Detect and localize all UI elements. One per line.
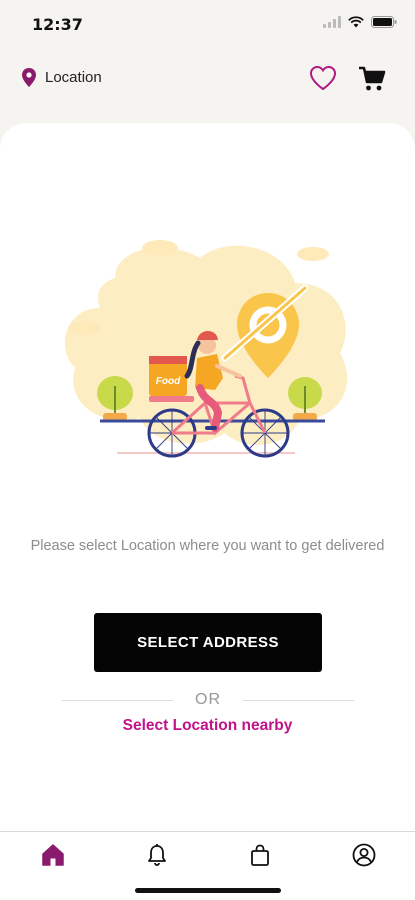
bell-icon [148,844,166,866]
status-time: 12:37 [32,15,83,34]
or-label: OR [195,691,221,708]
cart-button[interactable] [358,65,386,98]
user-icon [352,843,376,867]
bag-icon [251,844,269,866]
home-icon [42,844,64,866]
nav-notifications[interactable] [142,840,172,870]
header: Location [0,55,415,110]
heart-icon [309,65,337,91]
favorite-button[interactable] [309,65,337,96]
status-bar: 12:37 [0,0,415,50]
or-divider: OR [62,687,354,713]
select-location-message: Please select Location where you want to… [30,538,385,554]
nav-profile[interactable] [349,840,379,870]
divider-line-left [62,699,173,701]
nav-orders[interactable] [245,840,275,870]
location-label: Location [45,69,102,86]
signal-icon [323,16,341,28]
wifi-icon [348,16,364,28]
location-pin-icon [22,68,36,87]
bottom-nav [0,831,415,900]
cart-icon [359,66,386,91]
divider-line-right [243,699,354,701]
home-indicator[interactable] [135,888,281,893]
select-address-button[interactable]: SELECT ADDRESS [94,613,322,672]
delivery-illustration: Food [64,240,348,458]
status-icons [323,16,397,28]
battery-icon [371,16,397,28]
nav-home[interactable] [38,840,68,870]
content-card: Food Please select Location where you wa… [0,123,415,831]
location-selector[interactable]: Location [22,68,102,87]
food-bag-label: Food [156,376,181,387]
select-location-nearby-link[interactable]: Select Location nearby [0,717,415,735]
